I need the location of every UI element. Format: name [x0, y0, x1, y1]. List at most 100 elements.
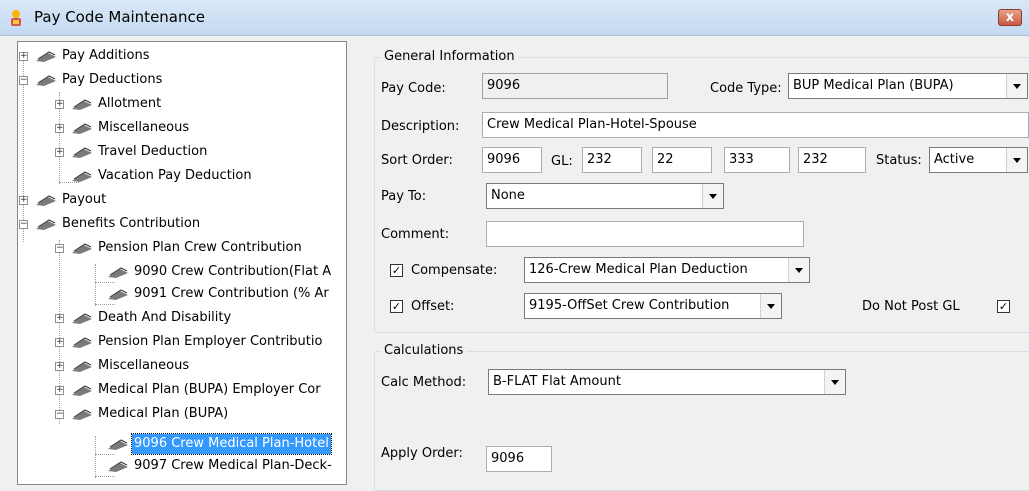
tree-node-label: 9091 Crew Contribution (% Ar: [134, 286, 329, 301]
expand-icon[interactable]: +: [55, 100, 64, 109]
window-title: Pay Code Maintenance: [34, 8, 205, 26]
collapse-icon[interactable]: −: [19, 220, 28, 229]
calc-method-select[interactable]: B-FLAT Flat Amount: [488, 369, 846, 395]
category-icon: [72, 99, 92, 110]
tree-node-label: Miscellaneous: [98, 358, 190, 373]
category-icon: [36, 195, 56, 206]
app-icon: [11, 10, 21, 26]
pay-code-tree[interactable]: + Pay Additions − Pay Deductions + Allot…: [17, 41, 347, 485]
compensate-select[interactable]: 126-Crew Medical Plan Deduction: [524, 257, 810, 283]
pay-code-icon: [108, 289, 128, 300]
description-field[interactable]: Crew Medical Plan-Hotel-Spouse: [482, 112, 1029, 138]
dropdown-arrow-icon[interactable]: [788, 258, 809, 282]
apply-order-label: Apply Order:: [381, 446, 463, 461]
status-label: Status:: [876, 153, 922, 168]
offset-select[interactable]: 9195-OffSet Crew Contribution: [524, 293, 782, 319]
category-icon: [72, 361, 92, 372]
compensate-value: 126-Crew Medical Plan Deduction: [529, 262, 748, 277]
dropdown-arrow-icon[interactable]: [760, 294, 781, 318]
apply-order-field[interactable]: 9096: [486, 446, 552, 472]
tree-connector: [95, 436, 96, 478]
pay-code-icon: [108, 267, 128, 278]
do-not-post-gl-checkbox[interactable]: ✓: [997, 300, 1010, 313]
collapse-icon[interactable]: −: [55, 410, 64, 419]
category-icon: [72, 243, 92, 254]
code-type-select[interactable]: BUP Medical Plan (BUPA): [788, 73, 1028, 99]
tree-connector: [95, 454, 115, 455]
compensate-checkbox[interactable]: ✓: [390, 264, 403, 277]
tree-connector: [95, 264, 96, 306]
tree-node-label: Vacation Pay Deduction: [98, 168, 252, 183]
description-label: Description:: [381, 119, 460, 134]
category-icon: [36, 75, 56, 86]
tree-node-label: Medical Plan (BUPA): [98, 406, 229, 421]
tree-node-label: Benefits Contribution: [62, 216, 201, 231]
tree-node-label: Payout: [62, 192, 107, 207]
gl-segment-3-field[interactable]: 333: [724, 147, 790, 173]
tree-connector: [95, 476, 115, 477]
status-select[interactable]: Active: [929, 147, 1028, 173]
pay-to-select[interactable]: None: [486, 183, 724, 209]
tree-connector: [95, 282, 115, 283]
category-icon: [72, 313, 92, 324]
pay-code-icon: [108, 461, 128, 472]
tree-connector: [95, 304, 115, 305]
category-icon: [72, 147, 92, 158]
general-information-legend: General Information: [381, 49, 518, 64]
expand-icon[interactable]: +: [55, 314, 64, 323]
sort-order-field[interactable]: 9096: [482, 147, 542, 173]
collapse-icon[interactable]: −: [55, 244, 64, 253]
pay-code-field[interactable]: 9096: [482, 73, 668, 99]
close-button[interactable]: x: [998, 9, 1022, 26]
gl-segment-4-field[interactable]: 232: [798, 147, 866, 173]
tree-node-label-selected: 9096 Crew Medical Plan-Hotel: [131, 433, 332, 455]
tree-node-label: Travel Deduction: [98, 144, 208, 159]
category-icon: [72, 123, 92, 134]
category-icon: [36, 219, 56, 230]
calc-method-value: B-FLAT Flat Amount: [493, 374, 621, 389]
category-icon: [72, 337, 92, 348]
calculations-legend: Calculations: [381, 343, 467, 358]
tree-node-label: Pension Plan Employer Contributio: [98, 334, 323, 349]
expand-icon[interactable]: +: [55, 362, 64, 371]
tree-node-label: Death And Disability: [98, 310, 232, 325]
offset-label: Offset:: [411, 299, 455, 314]
sort-order-label: Sort Order:: [381, 153, 453, 168]
dropdown-arrow-icon[interactable]: [1006, 148, 1027, 172]
expand-icon[interactable]: +: [55, 148, 64, 157]
expand-icon[interactable]: +: [55, 386, 64, 395]
category-icon: [72, 409, 92, 420]
status-value: Active: [934, 152, 975, 167]
tree-node-label: 9097 Crew Medical Plan-Deck-: [134, 458, 332, 473]
pay-to-value: None: [491, 188, 525, 203]
tree-node-label: Allotment: [98, 96, 162, 111]
expand-icon[interactable]: +: [19, 52, 28, 61]
pay-to-label: Pay To:: [381, 189, 427, 204]
expand-icon[interactable]: +: [55, 338, 64, 347]
offset-checkbox[interactable]: ✓: [390, 300, 403, 313]
category-icon: [36, 51, 56, 62]
dropdown-arrow-icon[interactable]: [1006, 74, 1027, 98]
comment-field[interactable]: [486, 221, 804, 247]
comment-label: Comment:: [381, 227, 450, 242]
dropdown-arrow-icon[interactable]: [824, 370, 845, 394]
tree-connector: [59, 240, 60, 424]
code-type-value: BUP Medical Plan (BUPA): [793, 78, 954, 93]
expand-icon[interactable]: +: [19, 196, 28, 205]
details-panel: General Information Pay Code: 9096 Code …: [364, 41, 1029, 491]
pay-code-icon: [108, 439, 128, 450]
gl-label: GL:: [551, 154, 573, 169]
collapse-icon[interactable]: −: [19, 76, 28, 85]
dropdown-arrow-icon[interactable]: [702, 184, 723, 208]
title-bar: Pay Code Maintenance x: [0, 0, 1029, 36]
gl-segment-2-field[interactable]: 22: [652, 147, 712, 173]
calc-method-label: Calc Method:: [381, 375, 467, 390]
tree-node-label: Miscellaneous: [98, 120, 190, 135]
pay-code-label: Pay Code:: [381, 81, 446, 96]
tree-node-label: 9090 Crew Contribution(Flat A: [134, 264, 332, 279]
expand-icon[interactable]: +: [55, 124, 64, 133]
tree-node-label: Pay Deductions: [62, 72, 163, 87]
gl-segment-1-field[interactable]: 232: [582, 147, 642, 173]
compensate-label: Compensate:: [411, 263, 498, 278]
tree-node-label: Medical Plan (BUPA) Employer Cor: [98, 382, 321, 397]
